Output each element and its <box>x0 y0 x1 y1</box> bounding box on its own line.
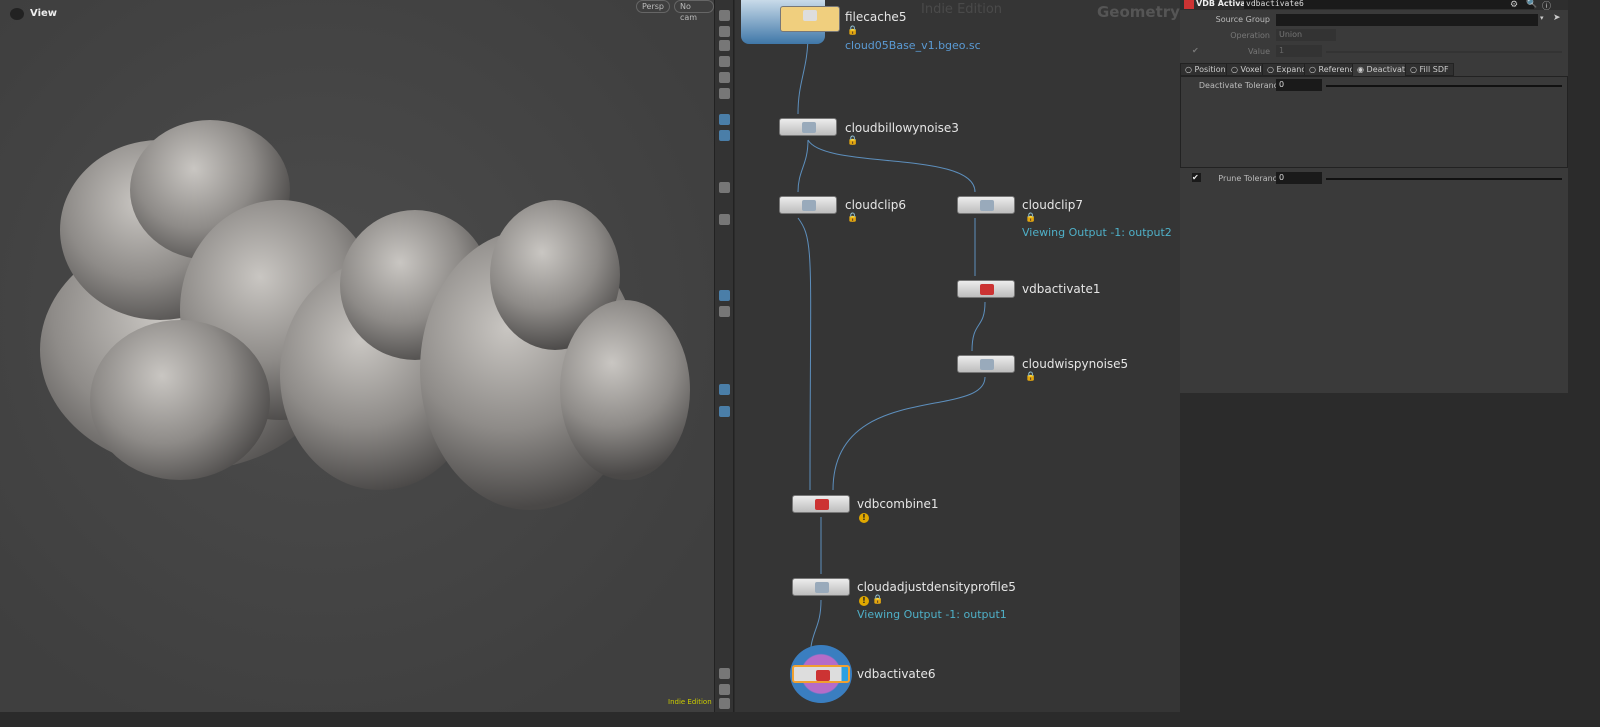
snap-icon[interactable] <box>719 56 730 67</box>
status-bar <box>0 712 1600 727</box>
empty-pane <box>1180 393 1568 712</box>
node-name-field[interactable]: vdbactivate6 <box>1244 0 1534 9</box>
tab-label: Expand <box>1276 65 1307 74</box>
value-label: Value <box>1248 47 1270 56</box>
lock-icon[interactable] <box>719 40 730 51</box>
cloud-render <box>0 0 714 712</box>
scene-viewport[interactable]: View Persp No cam Indie Edition <box>0 0 714 712</box>
search-icon[interactable]: 🔍 <box>1526 0 1537 9</box>
info-icon[interactable] <box>719 668 730 679</box>
camera-icon[interactable] <box>719 406 730 417</box>
prune-tolerance-input[interactable]: 0 <box>1276 172 1322 184</box>
select-icon[interactable] <box>719 290 730 301</box>
tab-voxel[interactable]: ○ Voxel <box>1226 63 1267 76</box>
wire <box>832 376 986 491</box>
node-label: vdbactivate6 <box>857 667 936 681</box>
edition-label: Indie Edition <box>668 698 712 706</box>
deactivate-tolerance-slider[interactable] <box>1326 85 1562 87</box>
node-vdbcombine1[interactable] <box>792 495 850 513</box>
shading-icon[interactable] <box>719 114 730 125</box>
operation-select[interactable]: Union <box>1276 29 1336 41</box>
lock-icon: 🔒 <box>847 136 859 146</box>
warning-icon: ! <box>859 596 869 606</box>
grid-icon[interactable] <box>719 306 730 317</box>
node-vdbactivate6[interactable] <box>792 665 850 683</box>
node-label: filecache5 <box>845 10 907 24</box>
lock-icon: 🔒 <box>1025 372 1037 382</box>
node-cloudclip7[interactable] <box>957 196 1015 214</box>
deactivate-tolerance-label: Deactivate Tolerance <box>1198 81 1283 90</box>
lock-icon: 🔒 <box>1025 213 1037 223</box>
tab-label: Fill SDF <box>1419 65 1449 74</box>
prune-tolerance-slider[interactable] <box>1326 178 1562 180</box>
wire <box>797 139 809 193</box>
deactivate-tolerance-input[interactable]: 0 <box>1276 79 1322 91</box>
node-label: cloudbillowynoise3 <box>845 121 959 135</box>
tab-label: Deactivate <box>1366 65 1410 74</box>
node-label: cloudclip6 <box>845 198 907 212</box>
network-editor[interactable]: Indie Edition Geometry filecache5 🔒 clou… <box>735 0 1180 712</box>
value-slider[interactable] <box>1326 51 1562 53</box>
lock-icon: 🔒 <box>872 595 884 605</box>
parameter-editor: VDB Activate vdbactivate6 ⚙ 🔍 ⓘ Source G… <box>1180 0 1568 393</box>
viewport-toolbar <box>714 0 734 712</box>
wire <box>797 33 809 115</box>
source-group-input[interactable] <box>1276 14 1538 26</box>
light-bulb-icon[interactable] <box>719 88 730 99</box>
node-label: cloudadjustdensityprofile5 <box>857 580 1016 594</box>
dropdown-icon[interactable]: ▾ <box>1540 14 1544 22</box>
wire <box>807 139 976 193</box>
display-options-icon[interactable] <box>719 10 730 21</box>
vdb-icon <box>1184 0 1194 9</box>
tab-label: Position <box>1194 65 1226 74</box>
light-icon[interactable] <box>719 72 730 83</box>
wireframe-icon[interactable] <box>719 130 730 141</box>
file-path: cloud05Base_v1.bgeo.sc <box>845 39 981 52</box>
lock-icon: 🔒 <box>847 26 859 36</box>
param-header: VDB Activate vdbactivate6 ⚙ 🔍 ⓘ <box>1180 0 1568 12</box>
edition-watermark: Indie Edition <box>921 2 1003 17</box>
node-vdbactivate1[interactable] <box>957 280 1015 298</box>
node-label: cloudwispynoise5 <box>1022 357 1129 371</box>
lock-icon: 🔒 <box>847 213 859 223</box>
ghost-icon[interactable] <box>719 26 730 37</box>
warning-icon: ! <box>859 513 869 523</box>
viewing-output: Viewing Output -1: output2 <box>1022 226 1172 239</box>
tab-position[interactable]: ○ Position <box>1180 63 1231 76</box>
layout-icon[interactable] <box>719 684 730 695</box>
prune-tolerance-label: Prune Tolerance <box>1218 174 1282 183</box>
node-label: vdbcombine1 <box>857 497 939 511</box>
source-group-label: Source Group <box>1215 15 1270 24</box>
node-cloudbillowynoise3[interactable] <box>779 118 837 136</box>
tab-fill-sdf[interactable]: ○ Fill SDF <box>1405 63 1454 76</box>
point-icon[interactable] <box>719 182 730 193</box>
node-cloudadjustdensityprofile5[interactable] <box>792 578 850 596</box>
value-input[interactable]: 1 <box>1276 45 1322 57</box>
operation-label: Operation <box>1230 31 1270 40</box>
wire <box>971 301 986 352</box>
tab-label: Voxel <box>1240 65 1262 74</box>
wire <box>797 217 812 491</box>
render-icon[interactable] <box>719 698 730 709</box>
gear-icon[interactable]: ⚙ <box>1510 0 1518 10</box>
node-label: vdbactivate1 <box>1022 282 1101 296</box>
select-arrow-icon[interactable]: ➤ <box>1553 13 1561 23</box>
viewing-output: Viewing Output -1: output1 <box>857 608 1007 621</box>
node-label: cloudclip7 <box>1022 198 1084 212</box>
background-icon[interactable] <box>719 384 730 395</box>
network-context: Geometry <box>1097 3 1180 21</box>
node-cloudwispynoise5[interactable] <box>957 355 1015 373</box>
node-filecache5[interactable] <box>780 6 840 32</box>
pen-icon[interactable] <box>719 214 730 225</box>
info-icon[interactable]: ⓘ <box>1542 0 1551 12</box>
node-cloudclip6[interactable] <box>779 196 837 214</box>
